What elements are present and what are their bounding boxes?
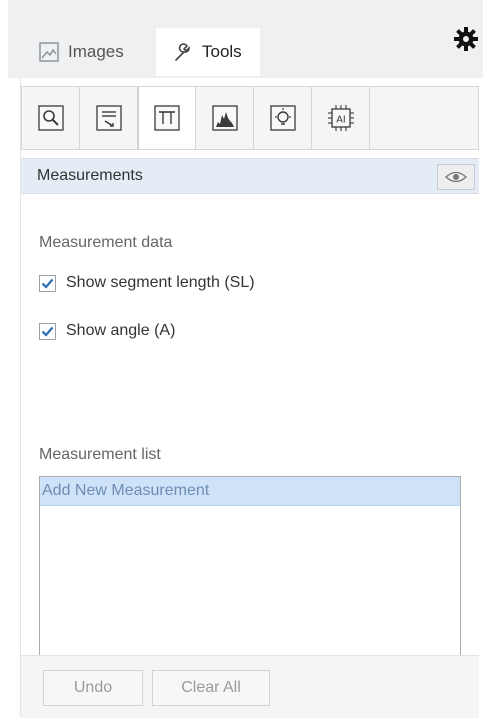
tool-annotation[interactable] <box>80 87 138 149</box>
tools-panel: AI Measurements Measurement data Show se… <box>20 78 481 718</box>
show-angle-checkbox[interactable] <box>39 322 56 340</box>
measurement-data-label: Measurement data <box>39 234 173 251</box>
show-segment-length-checkbox[interactable] <box>39 274 56 292</box>
tab-images[interactable]: Images <box>24 28 149 76</box>
tool-histogram[interactable] <box>196 87 254 149</box>
search-zoom-icon <box>37 105 64 131</box>
tool-measurement[interactable] <box>138 87 196 149</box>
checkmark-icon <box>41 278 54 289</box>
top-tab-bar: Images Tools <box>8 0 483 78</box>
tool-zoom[interactable] <box>22 87 80 149</box>
wrench-icon <box>172 41 194 63</box>
light-bulb-icon <box>269 105 296 131</box>
tab-tools-label: Tools <box>202 42 242 61</box>
tool-strip: AI <box>21 86 479 150</box>
show-angle-label: Show angle (A) <box>66 322 176 339</box>
settings-button[interactable] <box>451 24 481 54</box>
ai-chip-icon: AI <box>327 105 354 131</box>
section-title: Measurements <box>37 167 143 184</box>
tab-images-label: Images <box>68 42 124 61</box>
show-angle-row[interactable]: Show angle (A) <box>39 322 175 340</box>
gear-icon <box>454 27 478 51</box>
show-segment-length-row[interactable]: Show segment length (SL) <box>39 274 255 292</box>
clear-all-button[interactable]: Clear All <box>152 670 270 706</box>
eye-icon <box>445 171 467 183</box>
ai-chip-text: AI <box>336 115 345 126</box>
annotation-icon <box>95 105 122 131</box>
undo-button[interactable]: Undo <box>43 670 143 706</box>
measurements-header: Measurements <box>21 158 479 194</box>
tool-ai[interactable]: AI <box>312 87 370 149</box>
image-icon <box>38 41 60 63</box>
tool-brightness[interactable] <box>254 87 312 149</box>
measurement-list-label: Measurement list <box>39 446 161 463</box>
show-segment-length-label: Show segment length (SL) <box>66 274 255 291</box>
list-item-add-new-measurement[interactable]: Add New Measurement <box>40 477 460 506</box>
measurement-list[interactable]: Add New Measurement <box>39 476 461 670</box>
action-footer: Undo Clear All <box>21 655 479 718</box>
visibility-toggle-button[interactable] <box>437 164 475 190</box>
checkmark-icon <box>41 326 54 337</box>
measurement-icon <box>154 105 180 131</box>
measurements-content: Measurement data Show segment length (SL… <box>21 194 479 670</box>
tab-tools[interactable]: Tools <box>156 28 260 76</box>
histogram-icon <box>211 105 238 131</box>
